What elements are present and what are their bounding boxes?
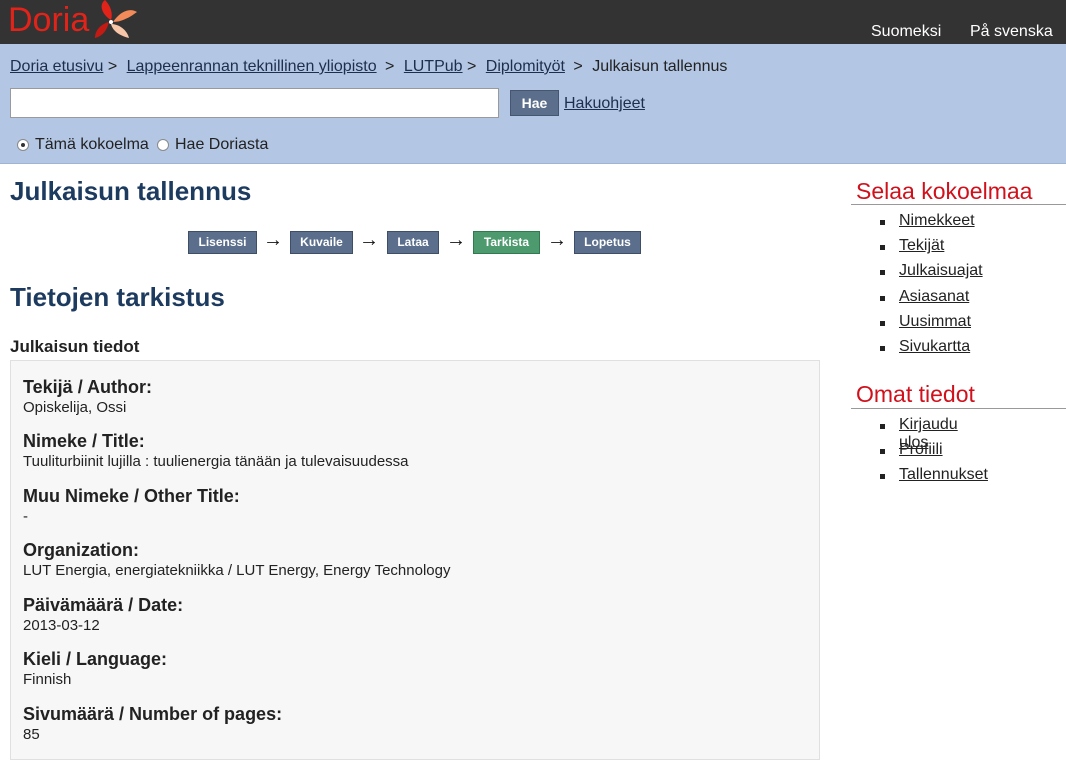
field-value: Finnish: [23, 671, 72, 688]
section-title: Tietojen tarkistus: [10, 282, 225, 312]
field-value: 2013-03-12: [23, 617, 100, 634]
sidebar-account-title: Omat tiedot: [856, 381, 975, 407]
breadcrumb: Doria etusivu > Lappeenrannan teknilline…: [10, 58, 727, 76]
field-language: Kieli / Language: Finnish: [23, 648, 167, 690]
field-label: Muu Nimeke / Other Title:: [23, 486, 240, 506]
sidebar-link-submissions[interactable]: Tallennukset: [899, 466, 988, 484]
sidebar-link-sitemap[interactable]: Sivukartta: [899, 338, 970, 356]
step-license[interactable]: Lisenssi: [188, 231, 257, 254]
field-label: Organization:: [23, 540, 139, 560]
field-value: LUT Energia, energiatekniikka / LUT Ener…: [23, 562, 451, 579]
page-title: Julkaisun tallennus: [10, 176, 252, 206]
arrow-right-icon: →: [547, 229, 567, 251]
sidebar-link-profile[interactable]: Profiili: [899, 441, 943, 459]
breadcrumb-link-home[interactable]: Doria etusivu: [10, 58, 103, 75]
step-describe[interactable]: Kuvaile: [290, 231, 353, 254]
sidebar-link-authors[interactable]: Tekijät: [899, 237, 944, 255]
breadcrumb-separator: >: [573, 58, 583, 75]
step-finish[interactable]: Lopetus: [574, 231, 641, 254]
scope-option-doria[interactable]: Hae Doriasta: [157, 136, 268, 154]
search-band: Doria etusivu > Lappeenrannan teknilline…: [0, 44, 1066, 164]
search-help-link[interactable]: Hakuohjeet: [564, 95, 645, 113]
breadcrumb-current: Julkaisun tallennus: [592, 58, 728, 75]
field-organization: Organization: LUT Energia, energiateknii…: [23, 539, 450, 581]
field-other-title: Muu Nimeke / Other Title: -: [23, 485, 240, 527]
sidebar-link-dates[interactable]: Julkaisuajat: [899, 262, 983, 280]
language-link-swedish[interactable]: På svenska: [970, 23, 1053, 41]
radio-selected-icon[interactable]: [17, 139, 29, 151]
top-bar: Doria Suomeksi På svenska: [0, 0, 1066, 44]
breadcrumb-link-university[interactable]: Lappeenrannan teknillinen yliopisto: [127, 58, 377, 75]
field-title: Nimeke / Title: Tuuliturbiinit lujilla :…: [23, 430, 409, 472]
language-link-finnish[interactable]: Suomeksi: [871, 23, 941, 41]
field-label: Päivämäärä / Date:: [23, 595, 184, 615]
scope-option-label: Tämä kokoelma: [35, 136, 149, 153]
arrow-right-icon: →: [446, 229, 466, 251]
divider: [851, 408, 1066, 409]
step-upload[interactable]: Lataa: [387, 231, 439, 254]
leaf-icon: [95, 0, 138, 38]
field-label: Sivumäärä / Number of pages:: [23, 704, 283, 724]
breadcrumb-link-lutpub[interactable]: LUTPub: [404, 58, 463, 75]
field-date: Päivämäärä / Date: 2013-03-12: [23, 594, 183, 636]
field-value: -: [23, 508, 28, 525]
logo-text: Doria: [8, 1, 90, 39]
subsection-title: Julkaisun tiedot: [10, 337, 140, 356]
field-pages: Sivumäärä / Number of pages: 85: [23, 703, 282, 745]
divider: [851, 204, 1066, 205]
sidebar-link-newest[interactable]: Uusimmat: [899, 313, 971, 331]
field-author: Tekijä / Author: Opiskelija, Ossi: [23, 376, 152, 418]
search-button[interactable]: Hae: [510, 90, 559, 116]
breadcrumb-separator: >: [467, 58, 477, 75]
sidebar-link-titles[interactable]: Nimekkeet: [899, 212, 975, 230]
breadcrumb-link-theses[interactable]: Diplomityöt: [486, 58, 565, 75]
search-input[interactable]: [10, 88, 499, 118]
field-label: Nimeke / Title:: [23, 431, 145, 451]
breadcrumb-separator: >: [107, 58, 118, 75]
scope-option-label: Hae Doriasta: [175, 136, 269, 153]
arrow-right-icon: →: [263, 229, 283, 251]
arrow-right-icon: →: [359, 229, 379, 251]
sidebar-link-subjects[interactable]: Asiasanat: [899, 288, 969, 306]
field-label: Tekijä / Author:: [23, 377, 153, 397]
field-label: Kieli / Language:: [23, 649, 168, 669]
field-value: Tuuliturbiinit lujilla : tuulienergia tä…: [23, 453, 409, 470]
doria-logo[interactable]: Doria: [8, 0, 138, 44]
scope-option-collection[interactable]: Tämä kokoelma: [17, 136, 149, 154]
step-review[interactable]: Tarkista: [473, 231, 540, 254]
breadcrumb-separator: >: [385, 58, 395, 75]
field-value: 85: [23, 726, 40, 743]
metadata-panel: Tekijä / Author: Opiskelija, Ossi Nimeke…: [10, 360, 820, 760]
sidebar-browse-title: Selaa kokoelmaa: [856, 178, 1033, 204]
field-value: Opiskelija, Ossi: [23, 399, 127, 416]
radio-unselected-icon[interactable]: [157, 139, 169, 151]
